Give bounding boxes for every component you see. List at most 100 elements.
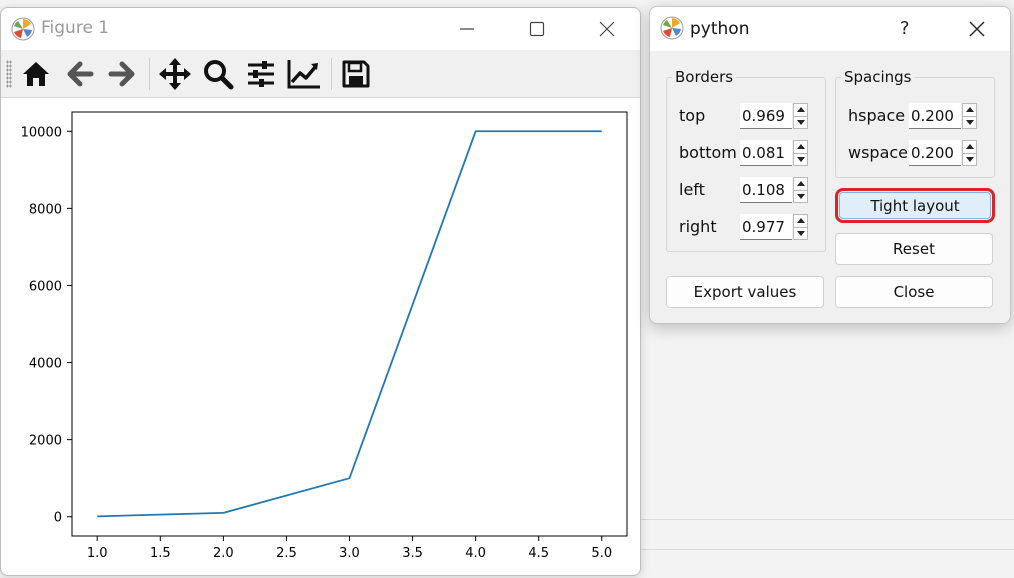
bottom-input[interactable] (740, 140, 792, 166)
spin-down-button[interactable] (793, 227, 808, 240)
right-label: right (679, 217, 717, 236)
desktop-line (640, 519, 1014, 520)
x-tick-label: 3.5 (402, 546, 423, 561)
close-button[interactable] (587, 14, 627, 44)
dialog-close-button[interactable] (960, 15, 994, 43)
save-button[interactable] (337, 56, 375, 92)
y-tick-label: 10000 (21, 125, 62, 140)
hspace-spinbox[interactable] (909, 103, 979, 129)
series-line (97, 130, 602, 518)
matplotlib-logo-icon (660, 16, 684, 40)
spin-down-button[interactable] (793, 116, 808, 129)
y-tick-label: 0 (54, 511, 62, 526)
right-spinbox[interactable] (740, 214, 810, 240)
spin-down-icon (796, 156, 805, 162)
maximize-button[interactable] (517, 14, 557, 44)
x-tick-label: 5.0 (591, 546, 612, 561)
top-spinbox[interactable] (740, 103, 810, 129)
left-spinbox[interactable] (740, 177, 810, 203)
left-label: left (679, 180, 705, 199)
pan-button[interactable] (156, 56, 194, 92)
wspace-input[interactable] (909, 140, 961, 166)
figure-canvas[interactable]: 1.0 1.5 2.0 2.5 3.0 3.5 4.0 4.5 5.0 0 2000 4000 600… (1, 98, 640, 575)
help-button[interactable]: ? (900, 18, 910, 39)
y-tick-label: 2000 (29, 434, 62, 449)
spin-up-icon (796, 218, 805, 224)
wspace-spinbox-arrows[interactable] (962, 140, 977, 166)
back-arrow-icon (67, 61, 94, 87)
back-button[interactable] (61, 56, 99, 92)
reset-button[interactable]: Reset (835, 233, 993, 265)
spin-down-button[interactable] (962, 153, 977, 166)
minimize-icon (460, 28, 474, 30)
wspace-spinbox[interactable] (909, 140, 979, 166)
spin-down-button[interactable] (962, 116, 977, 129)
zoom-button[interactable] (199, 56, 237, 92)
close-icon (599, 21, 615, 37)
minimize-button[interactable] (447, 14, 487, 44)
edit-axis-icon (287, 60, 320, 89)
hspace-label: hspace (848, 106, 906, 125)
x-tick-label: 4.5 (528, 546, 549, 561)
home-button[interactable] (17, 56, 55, 92)
bottom-spinbox-arrows[interactable] (793, 140, 808, 166)
left-spinbox-arrows[interactable] (793, 177, 808, 203)
spin-down-icon (965, 119, 974, 125)
spin-up-icon (796, 107, 805, 113)
dialog-titlebar[interactable]: python ? (650, 7, 1010, 51)
toolbar-grip[interactable] (6, 60, 12, 88)
top-spinbox-arrows[interactable] (793, 103, 808, 129)
spin-up-button[interactable] (793, 140, 808, 154)
right-input[interactable] (740, 214, 792, 240)
toolbar-separator (149, 58, 150, 90)
desktop-line (640, 549, 1014, 550)
borders-group-title: Borders (672, 68, 737, 86)
home-icon (23, 62, 49, 86)
hspace-input[interactable] (909, 103, 961, 129)
bottom-spinbox[interactable] (740, 140, 810, 166)
tight-layout-button[interactable]: Tight layout (835, 188, 995, 223)
y-tick-label: 8000 (29, 202, 62, 217)
spin-up-button[interactable] (793, 214, 808, 228)
spin-up-icon (965, 144, 974, 150)
edit-axis-button[interactable] (285, 56, 323, 92)
figure-title: Figure 1 (41, 18, 110, 38)
figure-window: Figure 1 1.0 1.5 2.0 2.5 3.0 3.5 4.0 4.5… (0, 7, 641, 576)
spin-down-icon (796, 230, 805, 236)
save-disk-icon (342, 60, 370, 88)
export-values-button[interactable]: Export values (666, 276, 824, 308)
dialog-close-action-button[interactable]: Close (835, 276, 993, 308)
spin-down-button[interactable] (793, 153, 808, 166)
left-input[interactable] (740, 177, 792, 203)
right-spinbox-arrows[interactable] (793, 214, 808, 240)
configure-subplots-button[interactable] (242, 56, 280, 92)
configure-subplots-icon (248, 61, 274, 87)
spin-up-icon (796, 181, 805, 187)
spin-up-button[interactable] (962, 140, 977, 154)
zoom-magnifier-icon (204, 60, 234, 90)
x-tick-label: 3.0 (339, 546, 360, 561)
subplot-config-dialog: python ? Borders top bottom left right (649, 6, 1011, 324)
y-tick-label: 4000 (29, 357, 62, 372)
spin-down-button[interactable] (793, 190, 808, 203)
top-label: top (679, 106, 706, 125)
forward-button[interactable] (103, 56, 141, 92)
spin-up-button[interactable] (793, 177, 808, 191)
axes-frame (71, 111, 628, 537)
figure-titlebar[interactable]: Figure 1 (1, 8, 640, 50)
spin-down-icon (796, 119, 805, 125)
top-input[interactable] (740, 103, 792, 129)
bottom-label: bottom (679, 143, 737, 162)
spin-up-icon (796, 144, 805, 150)
wspace-label: wspace (848, 143, 909, 162)
spin-up-button[interactable] (962, 103, 977, 117)
spacings-group-title: Spacings (841, 68, 915, 86)
close-icon (969, 21, 985, 37)
x-tick-label: 2.5 (276, 546, 297, 561)
spin-up-button[interactable] (793, 103, 808, 117)
spin-down-icon (796, 193, 805, 199)
x-tick-label: 1.5 (150, 546, 171, 561)
hspace-spinbox-arrows[interactable] (962, 103, 977, 129)
pan-move-icon (159, 58, 191, 90)
x-tick-label: 2.0 (213, 546, 234, 561)
